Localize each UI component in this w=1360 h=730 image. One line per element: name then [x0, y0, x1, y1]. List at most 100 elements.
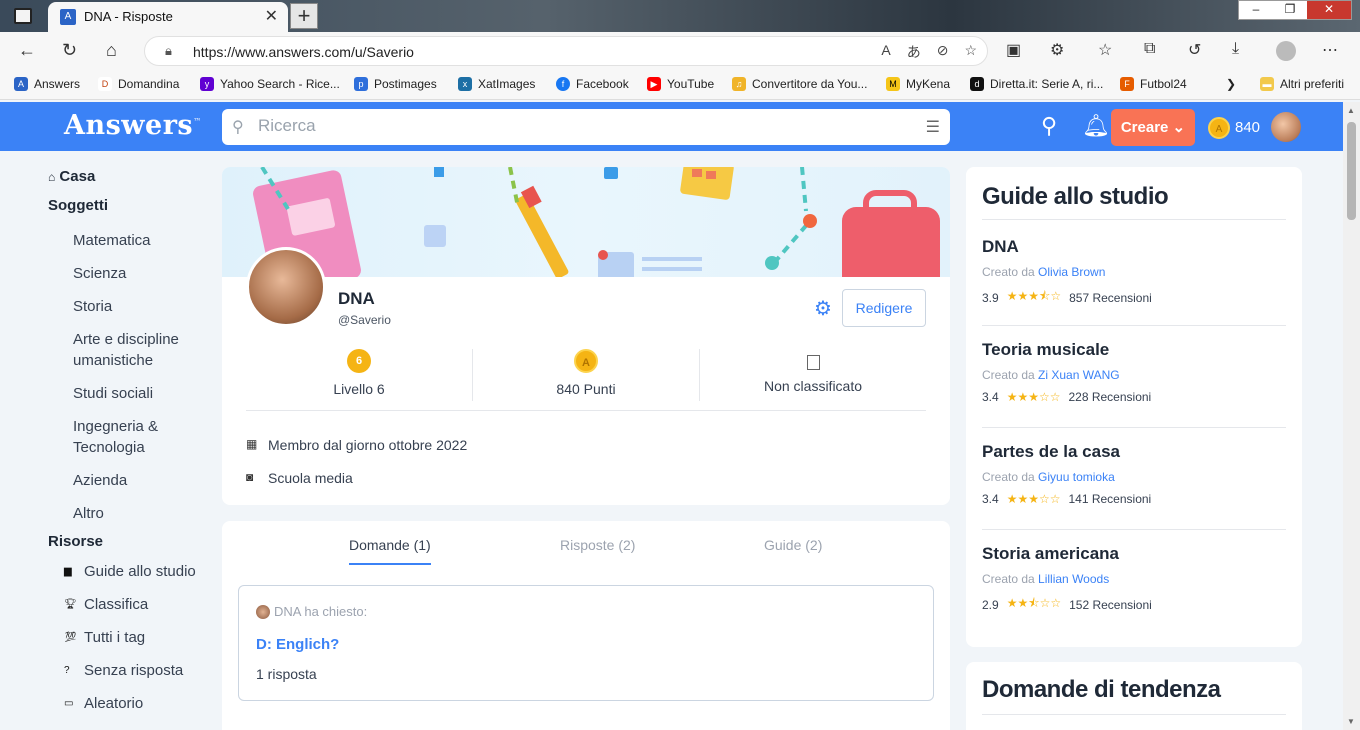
page-scrollbar[interactable]: ▲ ▼	[1343, 102, 1360, 730]
more-icon[interactable]: ⋯	[1322, 40, 1338, 60]
divider	[982, 714, 1286, 715]
member-since-text: Membro dal giorno ottobre 2022	[268, 437, 468, 453]
stars-icon: ★★★⯪☆	[1006, 289, 1062, 303]
answers-logo[interactable]: Answers™	[64, 110, 202, 141]
guide-author: Creato da Lillian Woods	[982, 572, 1110, 586]
school-icon: ◙	[246, 470, 254, 484]
scroll-up-icon[interactable]: ▲	[1347, 106, 1355, 115]
sidebar-item-guide[interactable]: ▆ Guide allo studio	[48, 563, 218, 596]
notifications-icon[interactable]: 🔔︎	[1082, 113, 1110, 139]
add-favorite-icon[interactable]: ☆	[964, 42, 977, 62]
bookmarks-overflow-icon[interactable]: ❯	[1226, 77, 1236, 91]
settings-gear-icon[interactable]: ⚙	[814, 296, 832, 321]
sidebar-item-ingegneria[interactable]: Ingegneria & Tecnologia	[48, 416, 218, 458]
bookmark-domandina[interactable]: D Domandina	[98, 77, 179, 91]
sidebar-item-aleatorio[interactable]: ▭ Aleatorio	[48, 695, 218, 728]
sidebar-item-storia[interactable]: Storia	[48, 296, 218, 317]
read-aloud-icon[interactable]: A	[881, 42, 890, 62]
close-window-icon[interactable]: ✕	[1307, 1, 1351, 19]
translate-icon[interactable]: あ	[907, 42, 921, 62]
maximize-icon[interactable]: ❐	[1273, 1, 1307, 19]
stars-icon: ★★⯪☆☆	[1006, 596, 1062, 610]
scrollbar-thumb[interactable]	[1347, 122, 1356, 220]
browser-tab-bar: A DNA - Risposte ✕ + – ❐ ✕	[0, 0, 1360, 32]
minimize-icon[interactable]: –	[1239, 1, 1273, 19]
profile-icon[interactable]	[1276, 41, 1296, 61]
bookmark-convertitore[interactable]: ♫ Convertitore da You...	[732, 77, 867, 91]
bookmark-facebook[interactable]: f Facebook	[556, 77, 629, 91]
bookmark-folder-altri[interactable]: ▬ Altri preferiti	[1260, 77, 1344, 91]
extension-icon[interactable]: ▣	[1006, 40, 1021, 60]
stat-level: 6 Livello 6	[246, 349, 472, 397]
tab-guides[interactable]: Guide (2)	[764, 537, 822, 553]
sidebar-item-azienda[interactable]: Azienda	[48, 470, 218, 491]
stat-points: A 840 Punti	[473, 349, 699, 397]
sidebar-item-scienza[interactable]: Scienza	[48, 263, 218, 284]
sidebar-item-tag[interactable]: 💯︎ Tutti i tag	[48, 629, 218, 662]
guide-title[interactable]: Teoria musicale	[982, 340, 1286, 360]
bookmark-postimages[interactable]: p Postimages	[354, 77, 437, 91]
edit-profile-button[interactable]: Redigere	[842, 289, 926, 327]
header-points: 840	[1235, 119, 1261, 136]
tab-title: DNA - Risposte	[84, 9, 173, 24]
sidebar-item-classifica[interactable]: 🏆︎ Classifica	[48, 596, 218, 629]
school-row: ◙ Scuola media	[246, 470, 353, 486]
guide-item[interactable]: Storia americana Creato da Lillian Woods…	[982, 544, 1286, 615]
bookmark-mykena[interactable]: M MyKena	[886, 77, 950, 91]
filter-icon[interactable]: ☰	[926, 117, 940, 137]
sidebar-item-altro[interactable]: Altro	[48, 503, 218, 524]
browser-tab[interactable]: A DNA - Risposte ✕	[48, 2, 288, 32]
create-button[interactable]: Creare ⌄	[1111, 109, 1195, 146]
sidebar-item-arte[interactable]: Arte e discipline umanistiche	[48, 329, 218, 371]
back-icon[interactable]: ←	[18, 40, 36, 61]
tab-questions[interactable]: Domande (1)	[349, 537, 431, 565]
favorites-icon[interactable]: ☆	[1098, 40, 1112, 60]
collections-icon[interactable]: ⧉	[1144, 40, 1155, 58]
guide-title[interactable]: DNA	[982, 237, 1286, 257]
new-tab-button[interactable]: +	[290, 3, 318, 29]
scroll-down-icon[interactable]: ▼	[1347, 717, 1355, 726]
close-tab-icon[interactable]: ✕	[265, 6, 278, 26]
bookmark-youtube[interactable]: ▶ YouTube	[647, 77, 714, 91]
question-card[interactable]: DNA ha chiesto: D: Englich? 1 risposta	[238, 585, 934, 701]
sidebar-item-studi-sociali[interactable]: Studi sociali	[48, 383, 218, 404]
refresh-icon[interactable]: ↻	[62, 40, 77, 61]
guide-title[interactable]: Partes de la casa	[982, 442, 1286, 462]
header-search-icon[interactable]: ⚲	[1041, 113, 1057, 139]
guide-item[interactable]: DNA Creato da Olivia Brown 3.9 ★★★⯪☆ 857 R…	[982, 237, 1286, 308]
lock-icon[interactable]: 🔒︎	[165, 43, 172, 59]
tab-answers[interactable]: Risposte (2)	[560, 537, 635, 553]
question-title[interactable]: D: Englich?	[256, 636, 339, 653]
url-text[interactable]: https://www.answers.com/u/Saverio	[193, 44, 414, 60]
user-avatar[interactable]	[1271, 112, 1301, 142]
book-icon: ▆	[64, 566, 72, 577]
puzzle-icon[interactable]: ⚙	[1050, 40, 1064, 60]
tab-actions-icon[interactable]	[14, 8, 32, 24]
rank-label: Non classificato	[763, 378, 863, 394]
school-text: Scuola media	[268, 470, 353, 486]
guide-item[interactable]: Partes de la casa Creato da Giyuu tomiok…	[982, 442, 1286, 506]
sidebar-item-senza-risposta[interactable]: ? Senza risposta	[48, 662, 218, 695]
home-icon[interactable]: ⌂	[106, 40, 117, 61]
url-field[interactable]: 🔒︎ https://www.answers.com/u/Saverio A あ…	[144, 36, 988, 66]
profile-username: @Saverio	[338, 313, 391, 327]
guide-rating: 3.4 ★★★☆☆ 228 Recensioni	[982, 390, 1152, 404]
download-icon[interactable]: ⤓	[1232, 40, 1239, 58]
bookmark-futbol24[interactable]: F Futbol24	[1120, 77, 1187, 91]
stars-icon: ★★★☆☆	[1006, 390, 1061, 404]
history-icon[interactable]: ↺	[1188, 40, 1201, 60]
guide-item[interactable]: Teoria musicale Creato da Zi Xuan WANG 3…	[982, 340, 1286, 404]
guide-title[interactable]: Storia americana	[982, 544, 1286, 564]
bookmark-xatimages[interactable]: x XatImages	[458, 77, 535, 91]
profile-banner	[222, 167, 950, 277]
tracking-icon[interactable]: ⊘	[937, 42, 949, 62]
bookmark-diretta[interactable]: d Diretta.it: Serie A, ri...	[970, 77, 1103, 91]
profile-name: DNA	[338, 289, 375, 308]
sidebar-item-matematica[interactable]: Matematica	[48, 230, 218, 251]
search-input[interactable]	[258, 116, 898, 136]
bookmark-answers[interactable]: A Answers	[14, 77, 80, 91]
sidebar-home[interactable]: ⌂ Casa	[48, 168, 218, 197]
sidebar-resources-heading: Risorse	[48, 533, 104, 550]
bookmark-yahoo[interactable]: y Yahoo Search - Rice...	[200, 77, 340, 91]
study-guides-card: Guide allo studio DNA Creato da Olivia B…	[966, 167, 1302, 647]
